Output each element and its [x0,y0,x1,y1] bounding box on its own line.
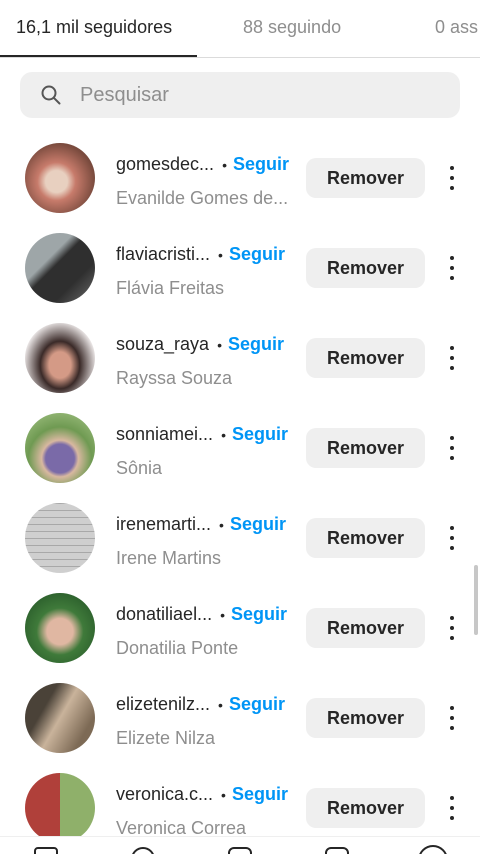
avatar[interactable] [25,323,95,393]
full-name: Irene Martins [116,548,222,568]
follow-button[interactable]: Seguir [232,784,288,805]
full-name: Sônia [116,458,163,478]
followers-list: gomesdec... • Seguir Evanilde Gomes de... … [0,133,480,853]
avatar[interactable] [25,233,95,303]
separator-dot: • [220,607,225,623]
search-bar[interactable] [20,72,460,118]
separator-dot: • [219,517,224,533]
separator-dot: • [221,787,226,803]
follow-button[interactable]: Seguir [229,244,285,265]
username[interactable]: souza_raya [116,334,209,355]
avatar[interactable] [25,143,95,213]
profile-avatar-icon[interactable] [418,845,448,854]
search-icon [41,85,61,105]
more-options-icon[interactable] [443,616,461,640]
full-name: Rayssa Souza [116,368,233,388]
follow-button[interactable]: Seguir [231,604,287,625]
full-name: Elizete Nilza [116,728,216,748]
list-item: irenemarti... • Seguir Irene Martins Remov… [0,493,480,583]
list-item: donatiliael... • Seguir Donatilia Ponte Re… [0,583,480,673]
username[interactable]: gomesdec... [116,154,214,175]
remove-button[interactable]: Remover [306,698,425,738]
more-options-icon[interactable] [443,256,461,280]
tab-subscriptions[interactable]: 0 ass [435,17,478,38]
avatar[interactable] [25,773,95,843]
more-options-icon[interactable] [443,346,461,370]
tab-following[interactable]: 88 seguindo [243,17,341,38]
active-tab-indicator [0,55,197,57]
list-item: souza_raya • Seguir Rayssa Souza Remover [0,313,480,403]
full-name: Donatilia Ponte [116,638,239,658]
avatar[interactable] [25,683,95,753]
avatar[interactable] [25,593,95,663]
list-item: gomesdec... • Seguir Evanilde Gomes de... … [0,133,480,223]
search-nav-icon[interactable] [131,847,155,854]
followers-tabs: 16,1 mil seguidores 88 seguindo 0 ass [0,0,480,58]
bottom-nav [0,836,480,854]
follow-button[interactable]: Seguir [228,334,284,355]
scrollbar[interactable] [474,565,478,635]
username[interactable]: elizetenilz... [116,694,210,715]
follow-button[interactable]: Seguir [229,694,285,715]
follow-button[interactable]: Seguir [233,154,289,175]
username[interactable]: veronica.c... [116,784,213,805]
more-options-icon[interactable] [443,706,461,730]
remove-button[interactable]: Remover [306,608,425,648]
username[interactable]: donatiliael... [116,604,212,625]
remove-button[interactable]: Remover [306,158,425,198]
separator-dot: • [222,157,227,173]
follow-button[interactable]: Seguir [230,514,286,535]
full-name: Evanilde Gomes de... [116,188,289,208]
tab-followers[interactable]: 16,1 mil seguidores [16,17,172,38]
separator-dot: • [218,697,223,713]
avatar[interactable] [25,413,95,483]
search-input[interactable] [80,83,420,107]
username[interactable]: flaviacristi... [116,244,210,265]
separator-dot: • [217,337,222,353]
more-options-icon[interactable] [443,436,461,460]
remove-button[interactable]: Remover [306,518,425,558]
list-item: flaviacristi... • Seguir Flávia Freitas Re… [0,223,480,313]
remove-button[interactable]: Remover [306,788,425,828]
more-options-icon[interactable] [443,796,461,820]
reels-icon[interactable] [325,847,349,854]
list-item: sonniamei... • Seguir Sônia Remover [0,403,480,493]
avatar[interactable] [25,503,95,573]
username[interactable]: irenemarti... [116,514,211,535]
remove-button[interactable]: Remover [306,248,425,288]
add-post-icon[interactable] [228,847,252,854]
username[interactable]: sonniamei... [116,424,213,445]
more-options-icon[interactable] [443,166,461,190]
separator-dot: • [218,247,223,263]
remove-button[interactable]: Remover [306,338,425,378]
home-icon[interactable] [34,847,58,854]
full-name: Flávia Freitas [116,278,225,298]
separator-dot: • [221,427,226,443]
follow-button[interactable]: Seguir [232,424,288,445]
remove-button[interactable]: Remover [306,428,425,468]
more-options-icon[interactable] [443,526,461,550]
list-item: elizetenilz... • Seguir Elizete Nilza Remo… [0,673,480,763]
